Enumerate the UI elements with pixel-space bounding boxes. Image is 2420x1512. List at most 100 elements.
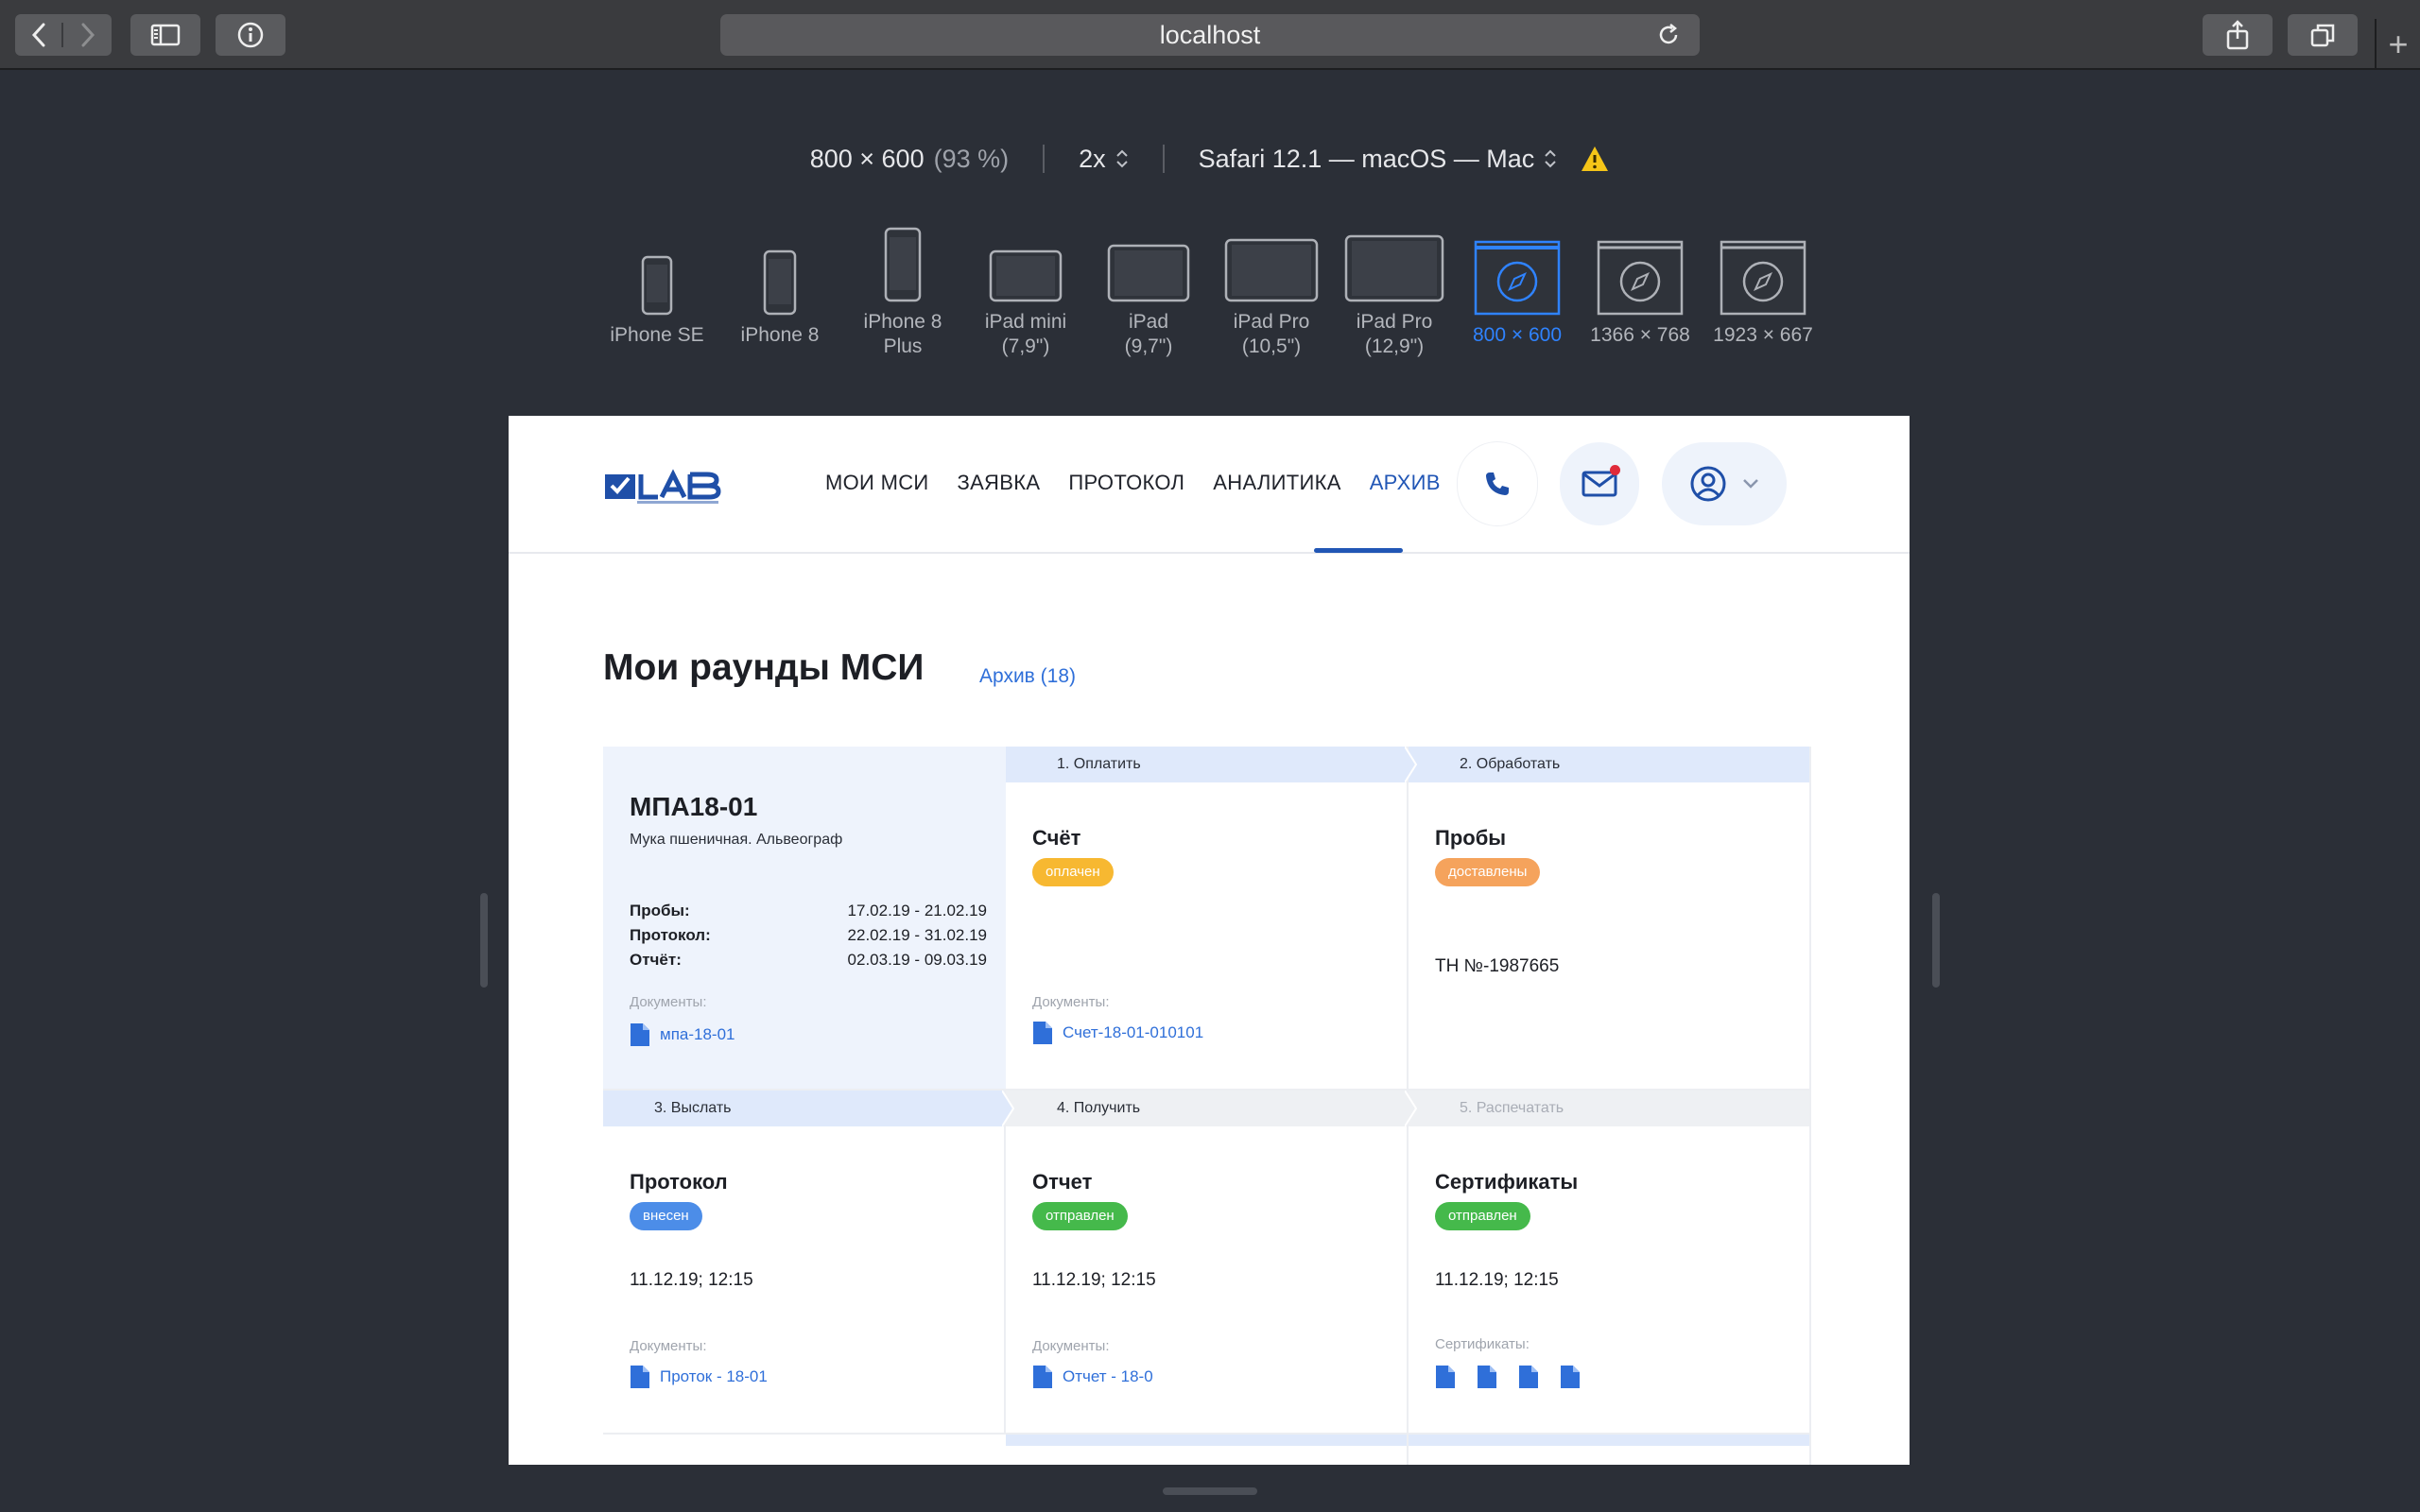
page-title: Мои раунды МСИ [603,647,925,688]
nav-protocol[interactable]: ПРОТОКОЛ [1068,471,1184,495]
next-round-card [603,1435,1006,1465]
device-label: iPad mini [984,311,1067,333]
certs-label: Сертификаты: [1435,1336,1530,1352]
grid-row: 3. Выслать Протокол внесен 11.12.19; 12:… [603,1091,1811,1435]
divider [1162,145,1165,173]
tabs-icon [2310,24,2335,47]
nav-my-msi[interactable]: МОИ МСИ [825,471,929,495]
report-card: 4. Получить Отчет отправлен 11.12.19; 12… [1006,1091,1418,1435]
phone-device-icon [832,223,974,302]
round-protocol-dates: Протокол: 22.02.19 - 31.02.19 [630,926,987,945]
device-ipad-pro-10[interactable]: iPad Pro (10,5") [1201,223,1342,359]
step-header: 3. Выслать [603,1091,1015,1126]
phone-button[interactable] [1458,442,1537,525]
timestamp: 11.12.19; 12:15 [630,1270,753,1290]
file-icon[interactable] [1435,1365,1456,1389]
row-value: 02.03.19 - 09.03.19 [847,951,987,969]
browser-toolbar: localhost + [0,0,2420,70]
device-1923x667[interactable]: 1923 × 667 [1692,223,1834,348]
file-icon[interactable] [1518,1365,1539,1389]
device-ipad[interactable]: iPad (9,7") [1078,223,1219,359]
device-ipad-mini[interactable]: iPad mini (7,9") [955,223,1097,359]
archive-link[interactable]: Архив (18) [979,665,1076,688]
step-header [1006,1435,1407,1446]
device-iphone-se[interactable]: iPhone SE [586,223,728,348]
resize-handle-bottom[interactable] [1163,1487,1257,1495]
address-bar[interactable]: localhost [720,14,1700,56]
file-icon [631,1366,649,1388]
card-title: Отчет [1032,1170,1093,1194]
card-title: Счёт [1032,826,1081,850]
phone-device-icon [586,223,728,316]
nav-request[interactable]: ЗАЯВКА [958,471,1041,495]
messages-button[interactable] [1560,442,1639,525]
document-link[interactable]: Проток - 18-01 [630,1365,768,1389]
chevron-down-icon [1743,479,1758,489]
updown-chevron-icon [1115,149,1128,168]
tablet-device-icon [1323,223,1465,302]
step-label: 3. Выслать [654,1100,732,1116]
share-button[interactable] [2203,14,2273,56]
device-iphone-8[interactable]: iPhone 8 [709,223,851,348]
site-header: МОИ МСИ ЗАЯВКА ПРОТОКОЛ АНАЛИТИКА АРХИВ [509,416,1910,554]
user-agent-select[interactable]: Safari 12.1 — macOS — Mac [1199,145,1558,174]
nav-analytics[interactable]: АНАЛИТИКА [1213,471,1340,495]
device-iphone-8-plus[interactable]: iPhone 8 Plus [832,223,974,359]
status-badge: отправлен [1435,1202,1530,1230]
tablet-device-icon [955,223,1097,302]
document-link[interactable]: Счет-18-01-010101 [1032,1021,1203,1045]
page-info-button[interactable] [216,14,285,56]
scale-value: 2x [1079,144,1106,173]
sidebar-toggle-button[interactable] [130,14,200,56]
notification-dot [1610,465,1620,475]
next-round-card [1006,1435,1409,1465]
document-name: Проток - 18-01 [660,1367,768,1385]
device-label-line2: (10,5") [1241,335,1302,357]
nav-archive[interactable]: АРХИВ [1370,471,1441,495]
device-label-line2: Plus [883,335,923,357]
sidebar-icon [150,24,181,46]
docs-label: Документы: [1032,1338,1110,1354]
device-1366x768[interactable]: 1366 × 768 [1569,223,1711,348]
document-link[interactable]: мпа-18-01 [630,1022,735,1047]
tablet-device-icon [1078,223,1219,302]
reload-icon[interactable] [1656,23,1681,47]
new-tab-button[interactable]: + [2375,19,2420,70]
device-label: iPhone SE [610,324,704,346]
user-menu-button[interactable] [1662,442,1787,525]
viewport-zoom: (93 %) [933,144,1010,173]
warning-icon[interactable] [1580,145,1610,173]
file-icon[interactable] [1560,1365,1581,1389]
grid-row: МПА18-01 Мука пшеничная. Альвеограф Проб… [603,747,1811,1091]
step-header: 4. Получить [1006,1091,1418,1126]
resize-handle-right[interactable] [1932,893,1940,988]
device-ipad-pro-12[interactable]: iPad Pro (12,9") [1323,223,1465,359]
status-badge: доставлены [1435,858,1541,886]
device-label: iPad Pro [1233,311,1310,333]
status-badge: отправлен [1032,1202,1128,1230]
phone-device-icon [709,223,851,316]
document-name: мпа-18-01 [660,1025,735,1043]
step-header: 1. Оплатить [1006,747,1418,782]
device-800x600[interactable]: 800 × 600 [1446,223,1588,348]
document-link[interactable]: Отчет - 18-0 [1032,1365,1153,1389]
samples-card: 2. Обработать Пробы доставлены ТН №-1987… [1409,747,1811,1091]
row-value: 17.02.19 - 21.02.19 [847,902,987,919]
resize-handle-left[interactable] [480,893,488,988]
round-code: МПА18-01 [630,792,758,821]
tabs-overview-button[interactable] [2288,14,2358,56]
file-icon[interactable] [1477,1365,1497,1389]
status-badge: оплачен [1032,858,1114,886]
scale-select[interactable]: 2x [1079,145,1129,174]
back-forward-group [15,14,112,56]
device-label-line2: (7,9") [1001,335,1050,357]
device-presets: iPhone SE iPhone 8 iPhone 8 Plus iPad mi… [586,223,1834,365]
forward-icon[interactable] [63,23,112,47]
next-round-card [1409,1435,1811,1465]
step-arrow [1405,1091,1418,1126]
timestamp: 11.12.19; 12:15 [1032,1270,1156,1290]
lab-logo[interactable] [603,469,730,507]
invoice-card: 1. Оплатить Счёт оплачен Документы: Счет… [1006,747,1418,1091]
back-icon[interactable] [15,23,63,47]
compass-window-icon [1446,223,1588,316]
